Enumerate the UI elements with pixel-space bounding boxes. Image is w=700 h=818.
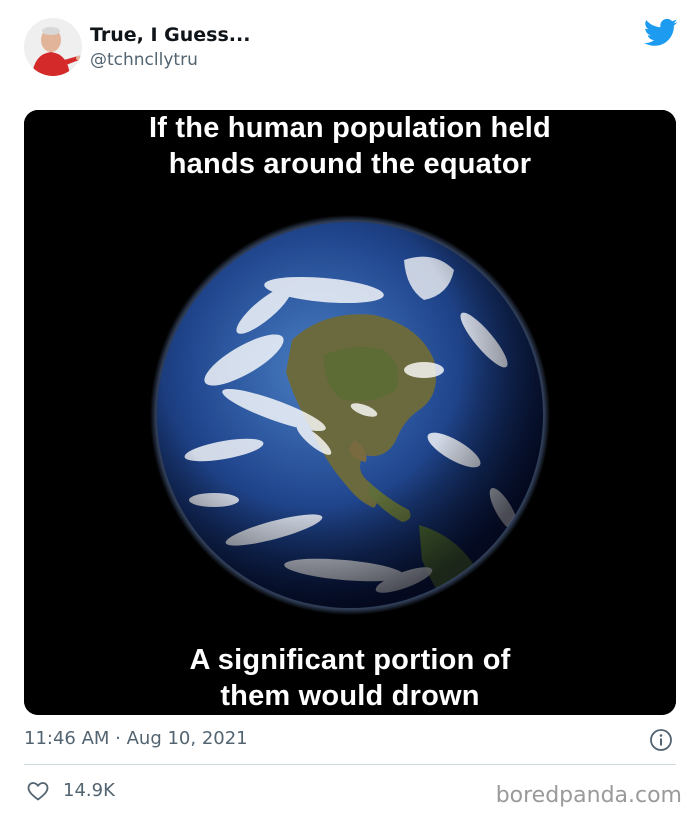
caption-bottom-line2: them would drown [220, 680, 480, 712]
info-icon[interactable] [649, 728, 673, 752]
avatar[interactable] [24, 18, 82, 76]
avatar-image [24, 18, 82, 76]
divider [24, 764, 676, 765]
image-caption-bottom: A significant portion of them would drow… [24, 642, 676, 714]
heart-icon[interactable] [26, 779, 50, 803]
tweet-timestamp[interactable]: 11:46 AM · Aug 10, 2021 [24, 728, 248, 749]
watermark: boredpanda.com [495, 783, 682, 808]
handle[interactable]: @tchncllytru [90, 50, 198, 70]
tweet-card: True, I Guess... @tchncllytru If the hum… [0, 0, 700, 818]
like-count[interactable]: 14.9K [63, 780, 115, 801]
caption-top-line1: If the human population held [149, 112, 551, 144]
caption-top-line2: hands around the equator [168, 148, 532, 180]
tweet-image[interactable]: If the human population held hands aroun… [24, 110, 676, 715]
image-caption-top: If the human population held hands aroun… [24, 110, 676, 182]
earth-image [24, 110, 676, 715]
display-name[interactable]: True, I Guess... [90, 24, 250, 46]
twitter-bird-icon[interactable] [643, 18, 678, 48]
caption-bottom-line1: A significant portion of [189, 644, 511, 676]
